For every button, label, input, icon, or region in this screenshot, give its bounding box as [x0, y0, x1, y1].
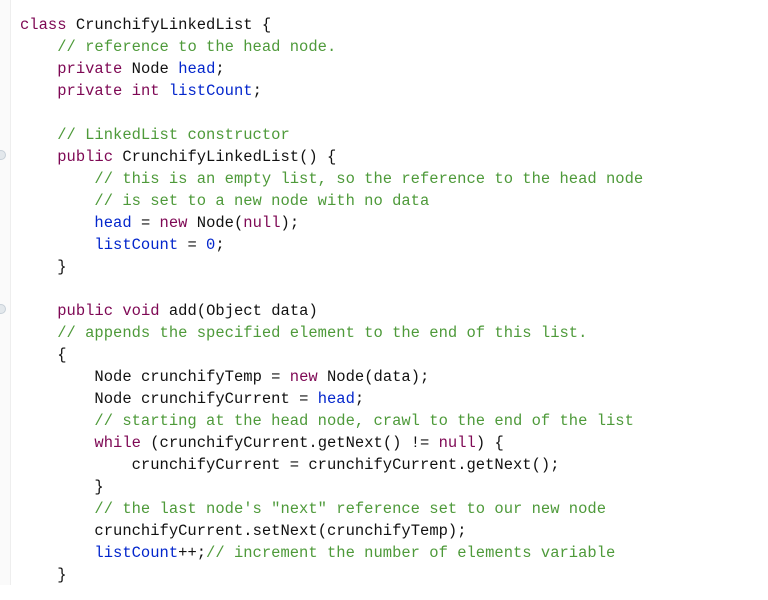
type-node: Node — [197, 214, 234, 232]
keyword-int: int — [132, 82, 160, 100]
field-head: head — [178, 60, 215, 78]
var-crunchifytemp: crunchifyTemp — [141, 368, 262, 386]
keyword-new: new — [290, 368, 318, 386]
keyword-while: while — [94, 434, 141, 452]
type-node: Node — [327, 368, 364, 386]
literal-zero: 0 — [206, 236, 215, 254]
param-data: data — [271, 302, 308, 320]
class-name: CrunchifyLinkedList — [76, 16, 253, 34]
keyword-private: private — [57, 82, 122, 100]
keyword-public: public — [57, 148, 113, 166]
field-listcount: listCount — [94, 544, 178, 562]
method-getnext: getNext — [467, 456, 532, 474]
method-add: add — [169, 302, 197, 320]
comment-add-lastnode: // the last node's "next" reference set … — [94, 500, 606, 518]
gutter-marker-method-add — [0, 304, 6, 314]
type-node: Node — [132, 60, 169, 78]
comment-add-crawl: // starting at the head node, crawl to t… — [94, 412, 634, 430]
var-crunchifycurrent: crunchifyCurrent — [94, 522, 243, 540]
var-crunchifycurrent: crunchifyCurrent — [141, 390, 290, 408]
keyword-void: void — [122, 302, 159, 320]
var-crunchifytemp: crunchifyTemp — [327, 522, 448, 540]
comment-ctor-body1: // this is an empty list, so the referen… — [94, 170, 643, 188]
comment-add: // appends the specified element to the … — [57, 324, 587, 342]
comment-add-increment: // increment the number of elements vari… — [206, 544, 615, 562]
keyword-public: public — [57, 302, 113, 320]
field-head: head — [94, 214, 131, 232]
var-crunchifycurrent: crunchifyCurrent — [160, 434, 309, 452]
comment-ctor: // LinkedList constructor — [57, 126, 290, 144]
type-node: Node — [94, 390, 131, 408]
comment-ctor-body2: // is set to a new node with no data — [94, 192, 429, 210]
var-crunchifycurrent: crunchifyCurrent — [308, 456, 457, 474]
constructor-name: CrunchifyLinkedList — [122, 148, 299, 166]
param-data: data — [374, 368, 411, 386]
field-listcount: listCount — [94, 236, 178, 254]
code-block: class CrunchifyLinkedList { // reference… — [0, 0, 768, 600]
keyword-class: class — [20, 16, 67, 34]
gutter-marker-constructor — [0, 150, 6, 160]
gutter — [0, 0, 11, 585]
field-head: head — [318, 390, 355, 408]
type-object: Object — [206, 302, 262, 320]
keyword-new: new — [160, 214, 188, 232]
method-setnext: setNext — [253, 522, 318, 540]
comment-head-ref: // reference to the head node. — [57, 38, 336, 56]
literal-null: null — [439, 434, 476, 452]
keyword-private: private — [57, 60, 122, 78]
method-getnext: getNext — [318, 434, 383, 452]
field-listcount: listCount — [169, 82, 253, 100]
var-crunchifycurrent: crunchifyCurrent — [132, 456, 281, 474]
literal-null: null — [243, 214, 280, 232]
type-node: Node — [94, 368, 131, 386]
